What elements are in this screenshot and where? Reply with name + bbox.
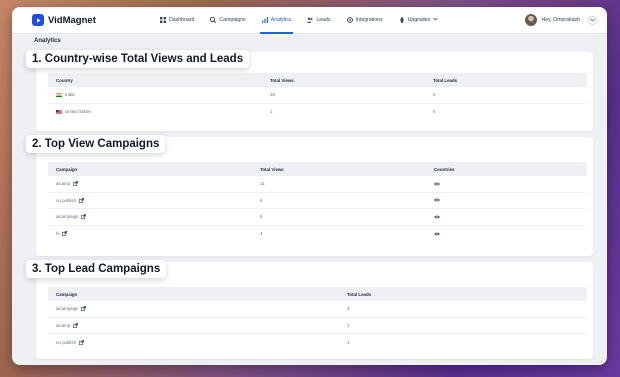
top-lead-table: Campaign Total Leads aicampaign 4 aicamp… [48, 287, 587, 351]
campaign-name: aicampaign [56, 214, 79, 220]
page-title: Analytics [34, 38, 61, 44]
column-header: Campaign [56, 166, 78, 172]
total-leads: 4 [347, 306, 350, 312]
country-name: United States [65, 109, 92, 115]
column-header: Total Leads [347, 291, 372, 297]
external-link-icon[interactable] [81, 214, 87, 220]
table-header: Country Total Views Total Leads [48, 73, 587, 87]
rocket-icon [399, 17, 405, 23]
column-header: Total Views [260, 166, 284, 172]
total-leads: 0 [433, 109, 436, 115]
nav-item-campaigns[interactable]: Campaigns [202, 7, 253, 34]
us-flag-icon [56, 109, 62, 114]
table-row: no publish 1 [48, 334, 587, 351]
country-name: India [65, 92, 75, 98]
campaign-icon [210, 16, 217, 24]
column-header: Campaign [56, 291, 78, 297]
column-header: Total Views [270, 77, 294, 83]
campaign-name: hi [56, 231, 60, 237]
country-table: Country Total Views Total Leads India 25… [48, 73, 587, 120]
chevron-down-icon [433, 17, 438, 23]
external-link-icon[interactable] [78, 197, 85, 203]
external-link-icon[interactable] [78, 339, 85, 345]
user-greeting: Hey, Omprakash [541, 17, 580, 23]
main-nav: Dashboard Campaigns Analytics Leads Inte… [152, 7, 525, 34]
nav-item-label: Campaigns [219, 17, 246, 23]
brand[interactable]: VidMagnet [32, 14, 152, 26]
nav-item-dashboard[interactable]: Dashboard [152, 7, 202, 34]
nav-item-label: Integrations [355, 17, 383, 23]
table-header: Campaign Total Views Countries [48, 162, 587, 176]
table-row: aicamp 1 [48, 318, 587, 334]
nav-item-analytics[interactable]: Analytics [254, 7, 300, 34]
users-icon [307, 17, 313, 23]
total-leads: 6 [433, 92, 436, 98]
column-header: Total Leads [433, 77, 458, 83]
chart-icon [261, 17, 268, 23]
total-views: 1 [270, 109, 273, 115]
total-leads: 1 [347, 322, 350, 328]
nav-item-integrations[interactable]: Integrations [339, 7, 391, 34]
external-link-icon[interactable] [62, 231, 68, 237]
section-heading-top-lead: 3. Top Lead Campaigns [26, 260, 167, 278]
nav-item-label: Analytics [270, 17, 292, 23]
total-leads: 1 [347, 339, 350, 345]
table-row: no publish 6 [48, 193, 587, 209]
external-link-icon[interactable] [73, 181, 79, 187]
india-flag-icon [56, 92, 62, 97]
external-link-icon[interactable] [73, 322, 79, 328]
nav-item-label: Upgrades [407, 17, 431, 23]
campaign-name: no publish [56, 197, 77, 203]
table-row: aicampaign 5 [48, 209, 587, 226]
total-views: 5 [260, 214, 263, 220]
avatar [525, 14, 538, 26]
plug-icon [346, 17, 353, 23]
nav-item-upgrades[interactable]: Upgrades [391, 7, 447, 34]
eye-icon[interactable] [434, 215, 440, 219]
table-row: India 25 6 [48, 87, 587, 104]
grid-icon [160, 17, 166, 23]
section-heading-top-view: 2. Top View Campaigns [26, 135, 166, 153]
eye-icon[interactable] [434, 232, 440, 236]
column-header: Country [56, 77, 73, 83]
user-menu-chevron-icon[interactable] [588, 15, 597, 25]
top-navbar: VidMagnet Dashboard Campaigns Analytics [12, 7, 607, 34]
nav-item-label: Leads [316, 17, 331, 23]
nav-item-leads[interactable]: Leads [299, 7, 338, 34]
eye-icon[interactable] [434, 182, 440, 186]
column-header: Countries [434, 166, 455, 172]
table-row: aicampaign 4 [48, 301, 587, 318]
user-menu[interactable]: Hey, Omprakash [525, 14, 597, 26]
table-row: aicamp 11 [48, 176, 587, 193]
app-window: VidMagnet Dashboard Campaigns Analytics [12, 7, 607, 365]
eye-icon[interactable] [434, 198, 440, 202]
table-row: United States 1 0 [48, 104, 587, 121]
total-views: 25 [270, 92, 275, 98]
campaign-name: aicamp [56, 322, 71, 328]
campaign-name: aicamp [56, 181, 71, 187]
total-views: 4 [260, 231, 263, 237]
top-view-table: Campaign Total Views Countries aicamp 11… [48, 162, 587, 242]
section-heading-country: 1. Country-wise Total Views and Leads [26, 50, 250, 68]
campaign-name: no publish [56, 339, 77, 345]
table-row: hi 4 [48, 226, 587, 243]
total-views: 6 [260, 197, 263, 203]
campaign-name: aicampaign [56, 306, 79, 312]
vidmagnet-logo-icon [32, 14, 44, 26]
total-views: 11 [260, 181, 265, 187]
external-link-icon[interactable] [81, 306, 87, 312]
brand-name: VidMagnet [48, 14, 96, 26]
top-view-card: Campaign Total Views Countries aicamp 11… [36, 137, 593, 256]
nav-item-label: Dashboard [169, 17, 195, 23]
table-header: Campaign Total Leads [48, 287, 587, 301]
